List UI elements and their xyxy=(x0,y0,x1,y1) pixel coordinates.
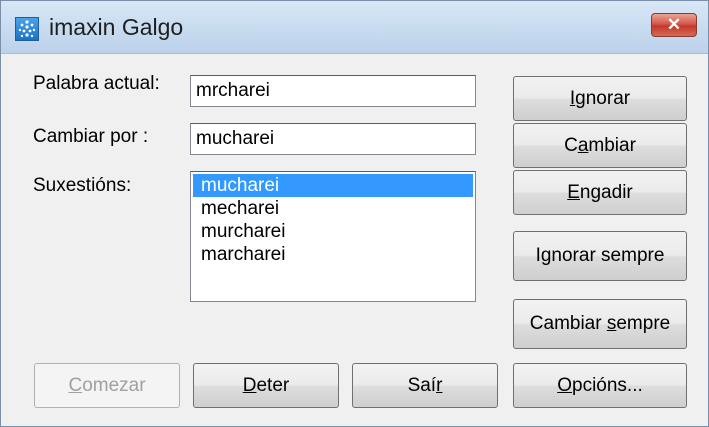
current-word-label: Palabra actual: xyxy=(33,73,160,94)
dialog-window: imaxin Galgo ✕ Palabra actual: Cambiar p… xyxy=(0,0,709,427)
suggestions-label: Suxestións: xyxy=(33,175,132,196)
suggestion-item[interactable]: marcharei xyxy=(193,243,473,266)
close-icon: ✕ xyxy=(666,15,682,34)
current-word-field[interactable]: mrcharei xyxy=(190,75,476,107)
change-button[interactable]: Cambiar xyxy=(513,123,687,168)
stop-button[interactable]: Deter xyxy=(193,363,339,408)
galgo-app-icon xyxy=(15,17,39,41)
ignore-all-button[interactable]: Ignorar sempre xyxy=(513,231,687,281)
window-title: imaxin Galgo xyxy=(49,14,184,40)
change-all-button[interactable]: Cambiar sempre xyxy=(513,299,687,349)
replace-with-field[interactable]: mucharei xyxy=(190,123,476,155)
suggestion-item[interactable]: mecharei xyxy=(193,197,473,220)
suggestion-item[interactable]: murcharei xyxy=(193,220,473,243)
title-bar[interactable]: imaxin Galgo ✕ xyxy=(1,1,708,54)
add-button[interactable]: Engadir xyxy=(513,170,687,215)
start-button[interactable]: Comezar xyxy=(34,363,180,408)
options-button[interactable]: Opcións... xyxy=(513,363,687,408)
close-button[interactable]: ✕ xyxy=(651,13,697,37)
suggestion-item[interactable]: mucharei xyxy=(193,174,473,197)
ignore-button[interactable]: Ignorar xyxy=(513,76,687,121)
replace-with-label: Cambiar por : xyxy=(33,126,149,147)
suggestions-list[interactable]: mucharei mecharei murcharei marcharei xyxy=(190,171,476,302)
exit-button[interactable]: Saír xyxy=(352,363,498,408)
